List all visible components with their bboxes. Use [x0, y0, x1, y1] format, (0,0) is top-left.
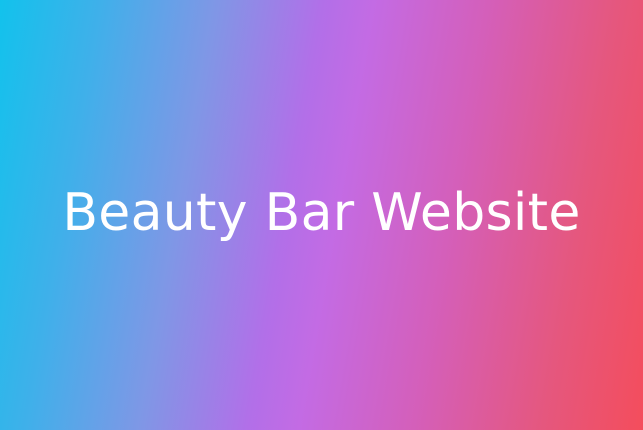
banner-title: Beauty Bar Website — [62, 183, 581, 243]
hero-banner: Beauty Bar Website — [0, 0, 643, 430]
